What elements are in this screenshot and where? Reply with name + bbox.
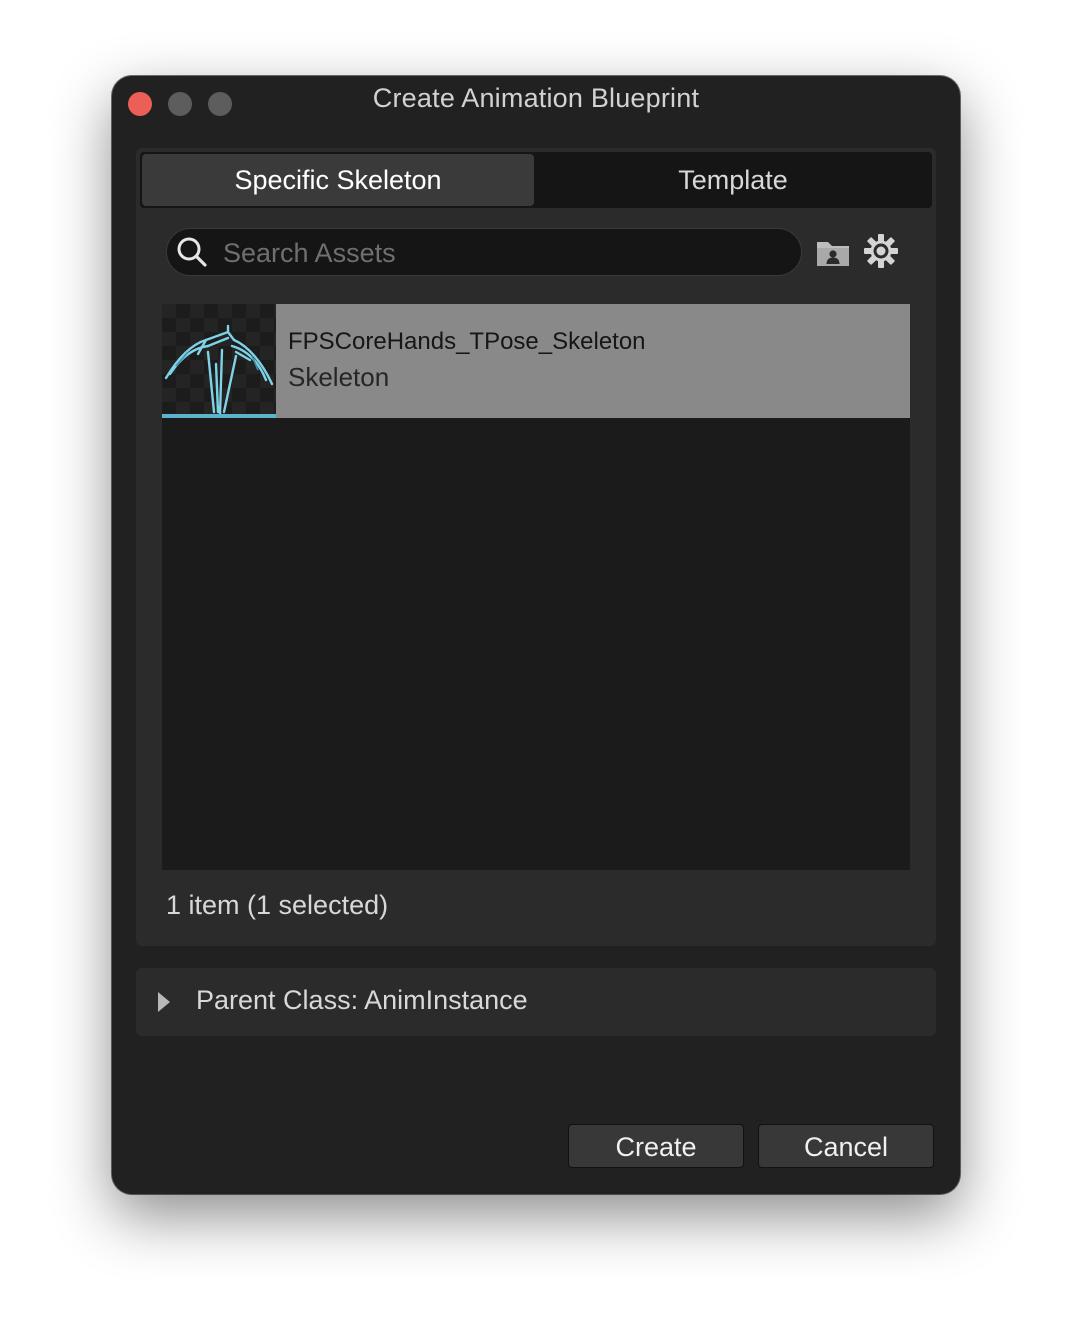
create-animation-blueprint-dialog: Create Animation Blueprint Specific Skel… bbox=[112, 76, 960, 1194]
selection-accent-bar bbox=[162, 414, 276, 418]
asset-row-selected[interactable]: FPSCoreHands_TPose_Skeleton Skeleton bbox=[162, 304, 910, 418]
parent-class-label: Parent Class: AnimInstance bbox=[196, 985, 528, 1015]
tab-template[interactable]: Template bbox=[536, 154, 930, 206]
cancel-button[interactable]: Cancel bbox=[758, 1124, 934, 1168]
skeleton-thumbnail-icon bbox=[162, 304, 276, 418]
search-icon bbox=[177, 237, 207, 267]
tab-bar: Specific Skeleton Template bbox=[140, 152, 932, 208]
item-count-status: 1 item (1 selected) bbox=[166, 890, 389, 920]
asset-name: FPSCoreHands_TPose_Skeleton bbox=[288, 328, 646, 355]
asset-picker-panel: Specific Skeleton Template Search Assets… bbox=[136, 148, 936, 946]
title-bar: Create Animation Blueprint bbox=[112, 76, 960, 128]
expand-arrow-icon[interactable] bbox=[158, 992, 170, 1012]
asset-type: Skeleton bbox=[288, 362, 390, 392]
search-box bbox=[166, 228, 802, 276]
settings-gear-icon[interactable] bbox=[862, 232, 900, 270]
asset-list: FPSCoreHands_TPose_Skeleton Skeleton bbox=[162, 304, 910, 870]
window-title: Create Animation Blueprint bbox=[372, 83, 700, 113]
create-button[interactable]: Create bbox=[568, 1124, 744, 1168]
folder-icon[interactable] bbox=[814, 234, 852, 272]
parent-class-expander[interactable]: Parent Class: AnimInstance bbox=[136, 968, 936, 1036]
search-input[interactable] bbox=[221, 233, 785, 273]
tab-specific-skeleton[interactable]: Specific Skeleton bbox=[142, 154, 534, 206]
